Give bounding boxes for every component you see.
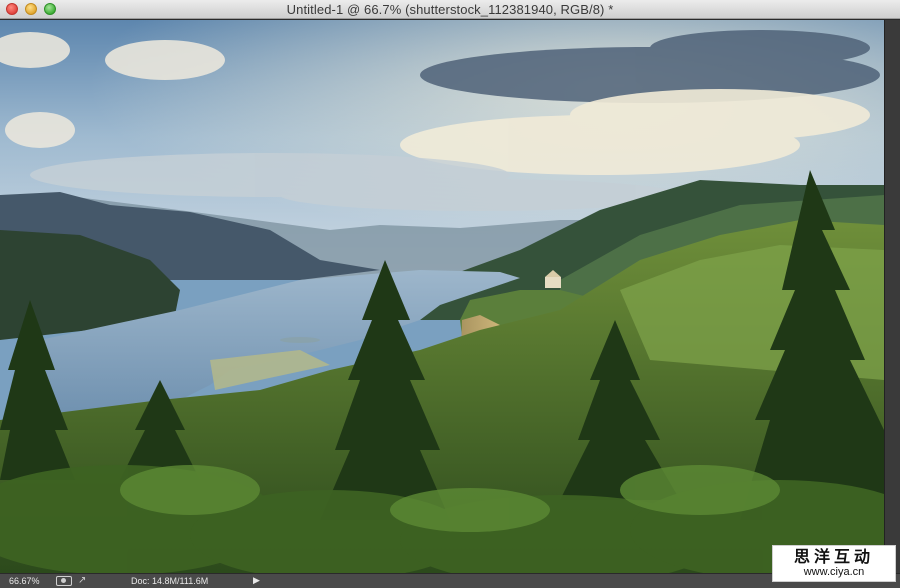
document-size-info: Doc: 14.8M/111.6M bbox=[131, 576, 209, 586]
watermark-url: www.ciya.cn bbox=[803, 566, 865, 578]
landscape-photo bbox=[0, 20, 884, 573]
vertical-scroll-gutter[interactable] bbox=[884, 20, 900, 573]
share-icon[interactable]: ↗ bbox=[78, 575, 90, 586]
document-canvas[interactable] bbox=[0, 20, 884, 573]
zoom-level[interactable]: 66.67% bbox=[9, 576, 40, 586]
watermark-title: 思洋互动 bbox=[793, 547, 874, 566]
watermark-logo: 思洋互动 www.ciya.cn bbox=[772, 545, 896, 582]
window-title-bar[interactable]: Untitled-1 @ 66.7% (shutterstock_1123819… bbox=[0, 0, 900, 19]
camera-icon[interactable] bbox=[56, 576, 72, 586]
status-menu-arrow-icon[interactable]: ▶ bbox=[253, 575, 260, 586]
status-bar: 66.67% ↗ Doc: 14.8M/111.6M ▶ bbox=[0, 573, 900, 588]
window-title: Untitled-1 @ 66.7% (shutterstock_1123819… bbox=[286, 2, 614, 17]
